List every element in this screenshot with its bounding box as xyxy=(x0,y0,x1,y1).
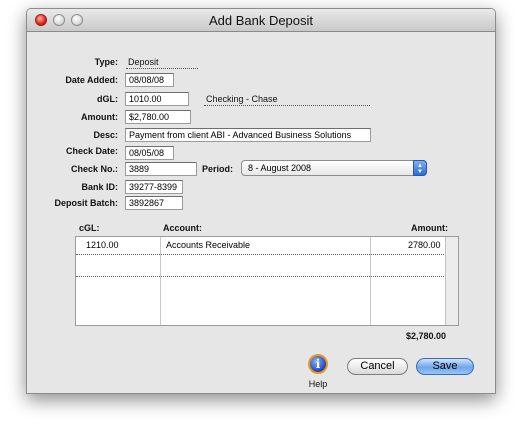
type-label: Type: xyxy=(94,57,118,67)
period-label: Period: xyxy=(201,164,233,174)
dgl-account-name: Checking - Chase xyxy=(206,94,278,104)
check-no-label: Check No.: xyxy=(70,164,118,174)
period-select[interactable]: 8 - August 2008 ▲ ▼ xyxy=(241,160,427,176)
period-selected-value: 8 - August 2008 xyxy=(248,163,312,173)
help-icon[interactable]: i xyxy=(308,354,328,374)
cancel-button[interactable]: Cancel xyxy=(347,358,408,375)
help-label[interactable]: Help xyxy=(303,379,333,389)
table-row[interactable]: 1210.00 Accounts Receivable 2780.00 xyxy=(76,237,446,255)
account-column-header: Account: xyxy=(163,223,202,233)
save-button[interactable]: Save xyxy=(416,358,474,375)
bank-id-field[interactable]: 39277-8399 xyxy=(125,180,183,194)
cgl-column-header: cGL: xyxy=(79,223,100,233)
gl-distribution-table[interactable]: 1210.00 Accounts Receivable 2780.00 xyxy=(75,236,459,326)
desc-field[interactable]: Payment from client ABI - Advanced Busin… xyxy=(125,128,371,142)
account-cell[interactable]: Accounts Receivable xyxy=(166,240,250,250)
amount-cell[interactable]: 2780.00 xyxy=(408,240,441,250)
dgl-label: dGL: xyxy=(97,94,118,104)
window-title: Add Bank Deposit xyxy=(208,13,314,28)
amount-label: Amount: xyxy=(81,112,118,122)
dgl-account-underline xyxy=(204,105,370,106)
title-bar: Add Bank Deposit xyxy=(27,9,495,32)
check-date-field[interactable]: 08/05/08 xyxy=(125,146,174,160)
type-underline xyxy=(126,68,198,69)
deposit-batch-field[interactable]: 3892867 xyxy=(125,196,183,210)
desc-label: Desc: xyxy=(93,130,118,140)
bank-id-label: Bank ID: xyxy=(81,182,118,192)
chevron-up-down-icon: ▲ ▼ xyxy=(413,160,427,176)
type-value: Deposit xyxy=(128,57,159,67)
dgl-field[interactable]: 1010.00 xyxy=(125,92,189,106)
total-amount: $2,780.00 xyxy=(406,331,447,341)
date-added-label: Date Added: xyxy=(65,75,118,85)
date-added-field[interactable]: 08/08/08 xyxy=(125,73,174,87)
check-date-label: Check Date: xyxy=(65,146,118,156)
amount-column-header: Amount: xyxy=(411,223,448,233)
deposit-batch-label: Deposit Batch: xyxy=(54,198,118,208)
table-scrollbar[interactable] xyxy=(445,237,458,325)
add-bank-deposit-window: Add Bank Deposit Type: Deposit Date Adde… xyxy=(26,8,496,394)
cgl-cell[interactable]: 1210.00 xyxy=(86,240,119,250)
row-divider xyxy=(76,276,446,277)
amount-field[interactable]: $2,780.00 xyxy=(125,110,191,124)
